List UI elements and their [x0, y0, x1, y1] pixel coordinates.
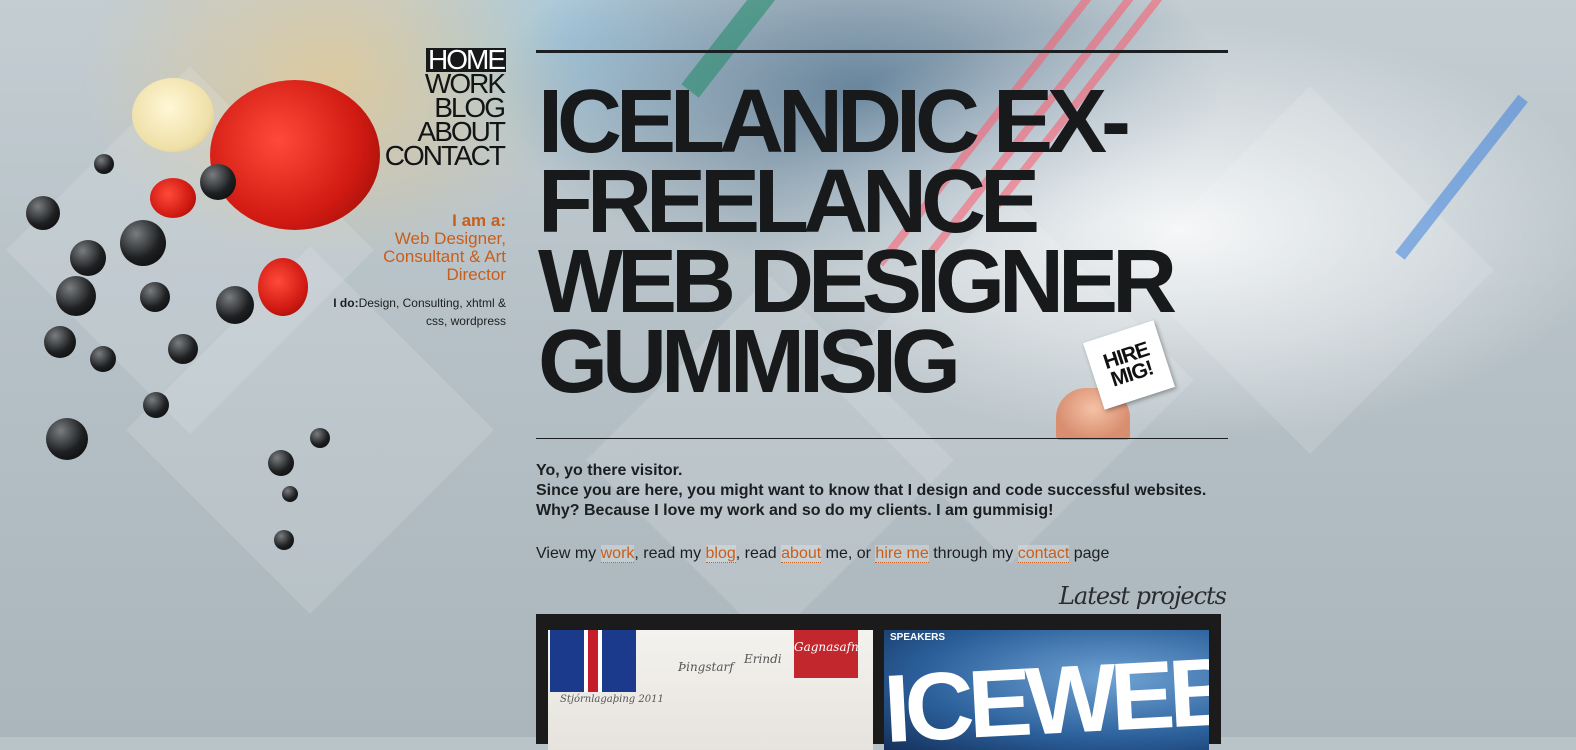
headline-line-3: WEB DESIGNER [538, 232, 1177, 332]
project-2-label: SPEAKERS [890, 632, 946, 643]
links-text: , read my [634, 545, 706, 562]
project-2-title: ICEWEB [884, 637, 1209, 750]
iceland-flag-image [550, 630, 636, 692]
main-nav: HOME WORK BLOG ABOUT CONTACT [383, 46, 506, 170]
latest-projects-heading: Latest projects [1058, 582, 1227, 610]
intro-line-2: Since you are here, you might want to kn… [536, 482, 1207, 499]
i-am-a-label: I am a: [452, 211, 506, 230]
project-thumbnail-1[interactable]: Stjórnlagaþing 2011 Þingstarf Erindi Gag… [548, 630, 873, 750]
i-do-items: Design, Consulting, xhtml & css, wordpre… [358, 296, 506, 328]
project-1-tab-2: Erindi [744, 652, 782, 666]
headline-line-1: ICELANDIC EX- [538, 72, 1131, 172]
links-text: View my [536, 545, 601, 562]
links-sentence: View my work, read my blog, read about m… [536, 544, 1256, 564]
i-am-a-roles: Web Designer, Consultant & Art Director [383, 229, 506, 284]
project-1-ribbon: Gagnasafn [794, 630, 859, 678]
projects-strip: Stjórnlagaþing 2011 Þingstarf Erindi Gag… [536, 614, 1221, 750]
link-contact[interactable]: contact [1017, 545, 1070, 563]
links-text: page [1069, 545, 1110, 562]
intro-line-1: Yo, yo there visitor. [536, 462, 683, 479]
intro-line-3: Why? Because I love my work and so do my… [536, 502, 1054, 519]
links-text: through my [928, 545, 1018, 562]
project-thumbnail-2[interactable]: SPEAKERS ICEWEB [884, 630, 1209, 750]
link-about[interactable]: about [781, 545, 822, 563]
intro-text: Yo, yo there visitor. Since you are here… [536, 461, 1256, 521]
nav-contact[interactable]: CONTACT [383, 142, 506, 170]
links-text: , read [735, 545, 782, 562]
links-text: me, or [821, 545, 876, 562]
i-am-a-block: I am a: Web Designer, Consultant & Art D… [346, 212, 506, 284]
project-1-tab-1: Þingstarf [678, 660, 734, 674]
link-hire-me[interactable]: hire me [875, 545, 929, 563]
project-1-caption: Stjórnlagaþing 2011 [560, 694, 664, 705]
headline-bottom-rule [536, 438, 1228, 439]
link-blog[interactable]: blog [705, 545, 736, 563]
link-work[interactable]: work [600, 545, 635, 563]
headline-top-rule [536, 50, 1228, 53]
i-do-block: I do:Design, Consulting, xhtml & css, wo… [326, 294, 506, 330]
headline-line-2: FREELANCE [538, 152, 1040, 252]
i-do-label: I do: [333, 296, 359, 310]
